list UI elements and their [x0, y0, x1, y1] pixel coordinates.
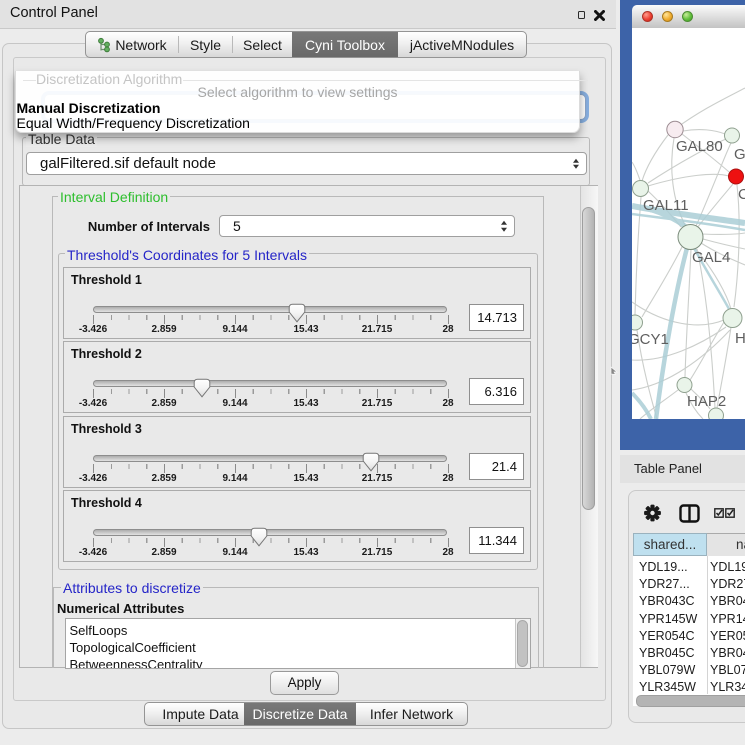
svg-text:CR: CR: [738, 186, 745, 203]
svg-text:GAL4: GAL4: [692, 249, 730, 266]
svg-text:GAL11: GAL11: [643, 197, 689, 214]
svg-text:GA: GA: [734, 146, 745, 163]
svg-text:GAL80: GAL80: [676, 138, 723, 155]
svg-text:GCY1: GCY1: [632, 331, 669, 348]
svg-text:HI: HI: [735, 330, 745, 347]
svg-text:HAP2: HAP2: [687, 393, 726, 410]
